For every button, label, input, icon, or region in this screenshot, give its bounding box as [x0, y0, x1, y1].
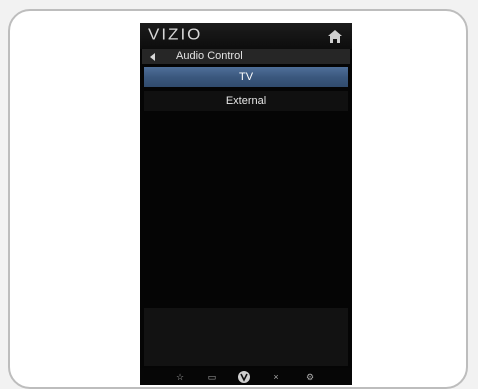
gear-icon[interactable]: ⚙ — [304, 371, 316, 383]
vizio-logo: VIZIO — [148, 26, 203, 44]
menu-item-tv[interactable]: TV — [144, 67, 348, 87]
bottom-bar: ☆ ▭ × ⚙ — [140, 368, 352, 385]
breadcrumb-label: Audio Control — [176, 50, 243, 62]
empty-info-area — [144, 308, 348, 366]
widget-icon[interactable]: ▭ — [206, 371, 218, 383]
home-icon[interactable] — [328, 30, 342, 43]
top-bar: VIZIO — [140, 23, 352, 49]
star-icon[interactable]: ☆ — [174, 371, 186, 383]
close-x-icon[interactable]: × — [270, 371, 282, 383]
tv-menu-panel: VIZIO Audio Control TV External ☆ ▭ × ⚙ — [140, 23, 352, 385]
back-arrow-icon[interactable] — [150, 53, 155, 61]
breadcrumb[interactable]: Audio Control — [142, 49, 350, 64]
menu-item-external[interactable]: External — [144, 91, 348, 111]
vizio-v-icon[interactable] — [238, 371, 250, 383]
